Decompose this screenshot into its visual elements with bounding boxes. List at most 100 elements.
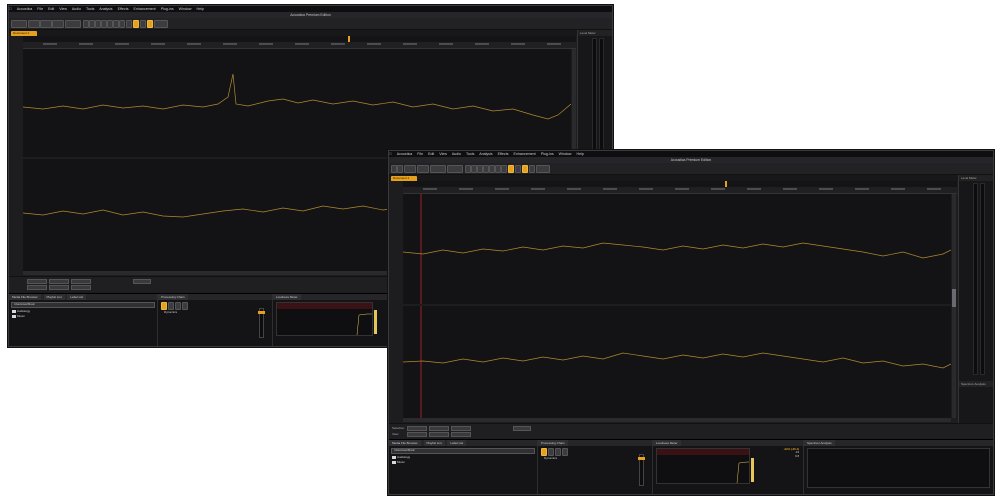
view-toggle-button[interactable] [536,165,550,173]
transport-toolbar [9,18,612,30]
menu-help[interactable]: Help [196,7,203,11]
chain-power-icon[interactable] [161,302,167,310]
selection-start-field[interactable] [27,279,47,284]
menu-enhancement[interactable]: Enhancement [514,152,536,156]
tab-label-list[interactable]: Label List [67,294,87,300]
file-button[interactable] [11,20,27,28]
tool-pencil-icon[interactable] [147,20,153,28]
selection-duration-field[interactable] [71,279,91,284]
waveform-channel-right[interactable] [402,306,952,418]
snap-button[interactable] [430,165,446,173]
scroll-thumb[interactable] [952,289,956,307]
monitor-icon[interactable] [126,20,132,28]
view-toggle-button[interactable] [154,20,168,28]
waveform-trace-right [402,306,952,418]
menu-file[interactable]: File [417,152,423,156]
tab-label-list[interactable]: Label List [447,440,467,446]
view-to-field[interactable] [49,285,69,290]
view-duration-field[interactable] [71,285,91,290]
path-selector[interactable]: /Users/user/Music [391,448,535,454]
hand-tool-icon[interactable] [397,165,403,173]
folder-item[interactable]: Music [12,314,25,318]
waveform-channel-left[interactable] [402,194,952,304]
menu-enhancement[interactable]: Enhancement [134,7,156,11]
view-to-field[interactable] [429,432,449,437]
menu-effects[interactable]: Effects [498,152,509,156]
selection-duration-field[interactable] [451,426,471,431]
cursor-position-field[interactable] [133,279,151,284]
edit-button[interactable] [404,165,416,173]
time-ruler[interactable] [403,187,957,194]
monitor-icon[interactable] [508,165,514,173]
cursor-position-field[interactable] [513,426,531,431]
edit-button[interactable] [28,20,40,28]
fader-knob[interactable] [638,457,645,460]
selection-start-field[interactable] [407,426,427,431]
loop-icon[interactable] [119,20,125,28]
chain-power-icon[interactable] [541,448,547,456]
chain-remove-icon[interactable] [175,302,181,310]
loop-icon[interactable] [501,165,507,173]
chain-settings-icon[interactable] [562,448,568,456]
view-duration-field[interactable] [451,432,471,437]
tool-select-icon[interactable] [133,20,139,28]
menu-effects[interactable]: Effects [118,7,129,11]
menu-analysis[interactable]: Analysis [479,152,492,156]
zoom-button[interactable] [447,165,463,173]
tab-playlist[interactable]: Playlist List [43,294,65,300]
tool-marker-icon[interactable] [529,165,535,173]
output-gain-fader[interactable] [258,308,265,338]
level-meter-label: Level Meter [578,30,612,36]
chain-remove-icon[interactable] [555,448,561,456]
waveform-trace-left [402,194,952,304]
folder-item[interactable]: Music [392,460,405,464]
snap-button[interactable] [65,20,81,28]
folder-item[interactable]: Audiology [12,309,30,313]
time-ruler[interactable] [23,42,576,49]
menu-window[interactable]: Window [179,7,192,11]
selection-to-field[interactable] [429,426,449,431]
menu-tools[interactable]: Tools [466,152,474,156]
chain-add-icon[interactable] [548,448,554,456]
bottom-tab-bar: Media File Browser Playlist List Label L… [389,440,537,446]
waveform-channel-left[interactable] [22,49,572,157]
menu-help[interactable]: Help [576,152,583,156]
horizontal-scrollbar[interactable] [403,418,951,422]
output-gain-fader[interactable] [638,454,645,486]
vertical-scrollbar[interactable] [952,194,956,418]
tool-pencil-icon[interactable] [522,165,528,173]
menu-tools[interactable]: Tools [86,7,94,11]
menu-plugins[interactable]: Plug-ins [541,152,554,156]
chain-add-icon[interactable] [168,302,174,310]
tab-media-browser[interactable]: Media File Browser [389,440,421,446]
undo-button[interactable] [417,165,429,173]
menu-edit[interactable]: Edit [48,7,54,11]
tool-zoom-icon[interactable] [140,20,146,28]
menu-analysis[interactable]: Analysis [99,7,112,11]
menu-file[interactable]: File [37,7,43,11]
menu-edit[interactable]: Edit [428,152,434,156]
menu-app[interactable]: Acoustica [397,152,413,156]
chain-item-dynamics[interactable]: Dynamics [544,456,557,460]
tool-zoom-icon[interactable] [515,165,521,173]
menu-view[interactable]: View [439,152,447,156]
menu-plugins[interactable]: Plug-ins [161,7,174,11]
menu-view[interactable]: View [59,7,67,11]
view-start-field[interactable] [407,432,427,437]
tab-media-browser[interactable]: Media File Browser [9,294,41,300]
chain-item-dynamics[interactable]: Dynamics [164,310,177,314]
undo-button[interactable] [40,20,52,28]
menu-app[interactable]: Acoustica [17,7,33,11]
view-start-field[interactable] [27,285,47,290]
folder-item[interactable]: Audiology [392,455,410,459]
path-selector[interactable]: /Users/user/Music [11,302,155,308]
tab-playlist[interactable]: Playlist List [423,440,445,446]
fader-knob[interactable] [258,311,265,314]
menu-window[interactable]: Window [559,152,572,156]
selection-to-field[interactable] [49,279,69,284]
loudness-history-trace [657,449,749,484]
zoom-button[interactable] [52,20,64,28]
menu-audio[interactable]: Audio [452,152,461,156]
chain-settings-icon[interactable] [182,302,188,310]
menu-audio[interactable]: Audio [72,7,81,11]
